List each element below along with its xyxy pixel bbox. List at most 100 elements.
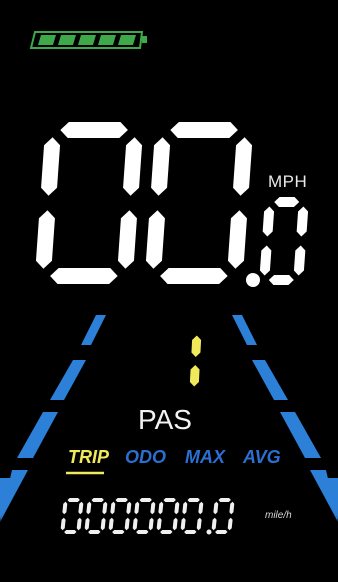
- segment-c: [227, 517, 233, 531]
- tab-avg[interactable]: AVG: [243, 447, 281, 468]
- segment-e: [156, 517, 162, 531]
- segment-f: [213, 501, 219, 515]
- segment-e: [35, 210, 55, 269]
- battery-bar: [78, 35, 96, 45]
- segment-b: [229, 501, 235, 515]
- segment-b: [296, 206, 309, 237]
- segment-b: [126, 501, 132, 515]
- speed-unit: MPH: [268, 172, 308, 191]
- segment-c: [172, 517, 178, 531]
- odometer-unit: mile/h: [265, 510, 292, 521]
- segment-e: [211, 517, 217, 531]
- ebike-display: MPH PAS TRIP ODO MAX AVG mile/h: [0, 0, 338, 582]
- segment-b: [102, 501, 108, 515]
- pas-level-digit: [189, 335, 202, 387]
- segment-c: [148, 517, 154, 531]
- battery-bar: [98, 35, 116, 45]
- lane-dash-left: [81, 315, 106, 345]
- segment-d: [160, 530, 173, 534]
- tab-odo[interactable]: ODO: [125, 447, 166, 468]
- segment-a: [170, 122, 238, 138]
- segment-a: [139, 498, 152, 502]
- speed-decimal-digit: [259, 197, 309, 285]
- segment-c: [293, 245, 306, 276]
- segment-d: [88, 530, 101, 534]
- segment-d: [112, 530, 125, 534]
- odometer-decimal-point: [206, 529, 212, 535]
- segment-c: [76, 517, 82, 531]
- odometer-digit: [132, 498, 156, 534]
- segment-d: [268, 275, 294, 285]
- odometer-digit: [180, 498, 204, 534]
- battery-icon: [29, 31, 147, 49]
- segment-e: [60, 517, 66, 531]
- segment-d: [184, 530, 197, 534]
- speed-digit: [35, 122, 143, 284]
- segment-f: [158, 501, 164, 515]
- segment-a: [60, 122, 128, 138]
- segment-c: [100, 517, 106, 531]
- battery-bar: [118, 35, 136, 45]
- segment-b: [123, 137, 143, 196]
- segment-c: [117, 210, 137, 269]
- segment-f: [182, 501, 188, 515]
- segment-a: [91, 498, 104, 502]
- odometer-decimal-digit: [211, 498, 235, 534]
- segment-f: [62, 501, 68, 515]
- lane-dash-left: [17, 412, 58, 458]
- segment-c: [124, 517, 130, 531]
- segment-c: [189, 365, 200, 387]
- segment-e: [259, 245, 272, 276]
- segment-a: [218, 498, 231, 502]
- odometer-digit: [84, 498, 108, 534]
- segment-a: [67, 498, 80, 502]
- display-graphics: [0, 31, 338, 535]
- battery-tip: [142, 36, 147, 43]
- odometer-digit: [108, 498, 132, 534]
- segment-e: [132, 517, 138, 531]
- segment-f: [151, 137, 171, 196]
- segment-d: [215, 530, 228, 534]
- pas-label: PAS: [138, 404, 192, 435]
- odometer-digit: [156, 498, 180, 534]
- segment-b: [174, 501, 180, 515]
- tab-trip[interactable]: TRIP: [68, 447, 109, 468]
- tab-max[interactable]: MAX: [185, 447, 225, 468]
- segment-a: [115, 498, 128, 502]
- segment-d: [50, 268, 118, 284]
- segment-f: [41, 137, 61, 196]
- segment-b: [198, 501, 204, 515]
- battery-bar: [38, 35, 56, 45]
- battery-bar: [58, 35, 76, 45]
- odometer-digits: [60, 498, 235, 535]
- pas-level-value: [189, 335, 202, 387]
- segment-a: [187, 498, 200, 502]
- segment-f: [86, 501, 92, 515]
- segment-f: [262, 206, 275, 237]
- segment-e: [84, 517, 90, 531]
- segment-e: [180, 517, 186, 531]
- speed-decimal-point: [246, 273, 260, 287]
- speed-digit: [145, 122, 253, 284]
- lane-dash-right: [232, 315, 257, 345]
- segment-c: [227, 210, 247, 269]
- segment-b: [78, 501, 84, 515]
- segment-a: [274, 197, 300, 207]
- segment-b: [150, 501, 156, 515]
- segment-d: [160, 268, 228, 284]
- segment-b: [233, 137, 253, 196]
- segment-b: [191, 335, 202, 357]
- segment-f: [110, 501, 116, 515]
- speed-digits: [35, 122, 309, 287]
- segment-f: [134, 501, 140, 515]
- lane-dash-left: [50, 360, 86, 400]
- segment-a: [163, 498, 176, 502]
- segment-d: [64, 530, 77, 534]
- segment-d: [136, 530, 149, 534]
- lane-dash-right: [280, 412, 321, 458]
- segment-e: [108, 517, 114, 531]
- odometer-digit: [60, 498, 84, 534]
- segment-c: [196, 517, 202, 531]
- segment-e: [145, 210, 165, 269]
- lane-dash-right: [252, 360, 288, 400]
